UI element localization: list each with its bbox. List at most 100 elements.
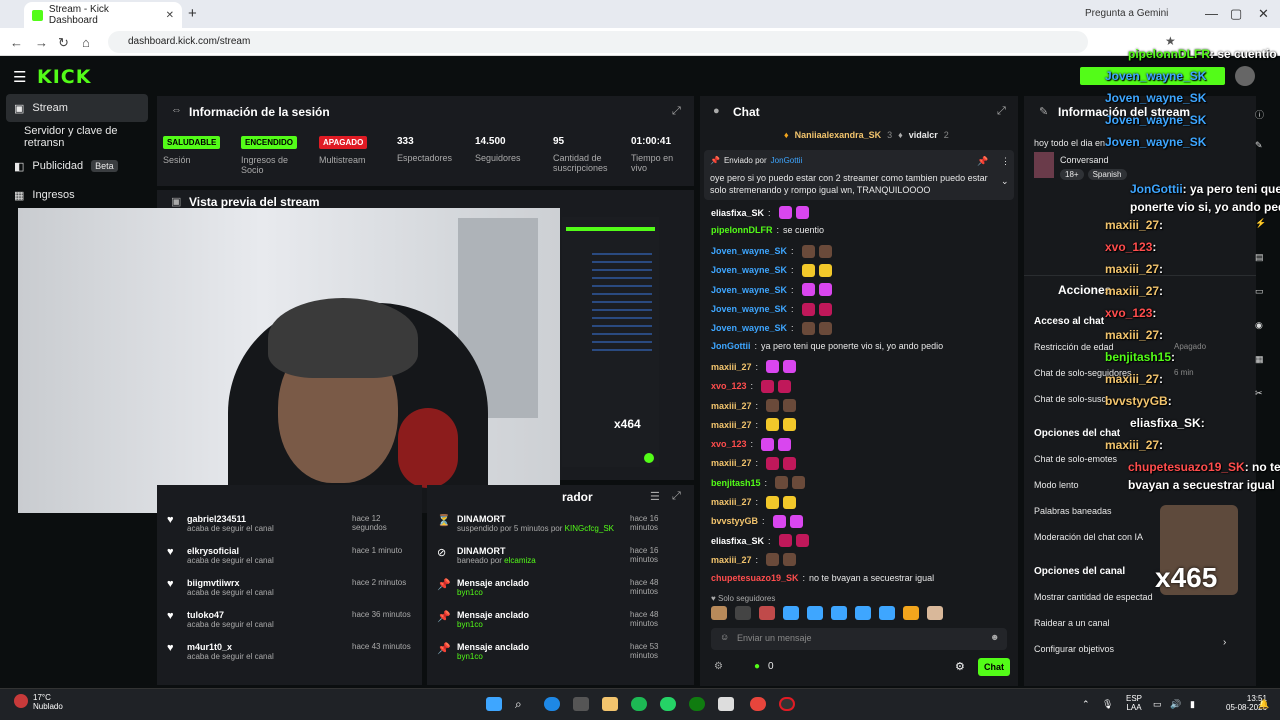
- modlog-by[interactable]: elcamiza: [504, 556, 536, 565]
- chat-username[interactable]: eliasfixa_SK: [711, 208, 764, 218]
- chat-username[interactable]: bvvstyyGB: [711, 516, 758, 526]
- follower-row[interactable]: ♥ tuloko47 acaba de seguir el canal hace 36…: [167, 610, 417, 629]
- capture-icon[interactable]: [718, 697, 734, 711]
- emote-icon[interactable]: [831, 606, 847, 620]
- emote-icon[interactable]: [903, 606, 919, 620]
- maximize-icon[interactable]: ▢: [1230, 6, 1242, 22]
- chat-message[interactable]: maxiii_27:: [711, 418, 797, 432]
- edge-icon[interactable]: [544, 697, 560, 711]
- chat-username[interactable]: Joven_wayne_SK: [711, 246, 787, 256]
- sidebar-item-ads[interactable]: ◧ Publicidad Beta: [6, 152, 148, 180]
- emoji-icon[interactable]: ☺: [720, 632, 729, 642]
- battery-icon[interactable]: ▮: [1190, 699, 1195, 710]
- bolt-icon[interactable]: ⚡: [1255, 218, 1267, 228]
- broadcast-icon[interactable]: ◉: [1255, 320, 1267, 330]
- info-icon[interactable]: ⓘ: [1255, 108, 1267, 120]
- chat-username[interactable]: chupetesuazo19_SK: [711, 573, 799, 583]
- modlog-by[interactable]: byn1co: [457, 652, 483, 661]
- chat-message[interactable]: bvvstyyGB:: [711, 514, 803, 528]
- mic-icon[interactable]: 🎙: [1102, 699, 1113, 710]
- chat-message[interactable]: chupetesuazo19_SK: no te bvayan a secuest…: [711, 573, 934, 583]
- bookmark-star-icon[interactable]: ★: [1165, 34, 1176, 48]
- unpin-icon[interactable]: 📌: [977, 156, 988, 167]
- chat-message[interactable]: Joven_wayne_SK:: [711, 321, 832, 335]
- chat-username[interactable]: eliasfixa_SK: [711, 536, 764, 546]
- chat-message[interactable]: xvo_123:: [711, 379, 792, 393]
- expand-icon[interactable]: ⤢: [997, 105, 1006, 118]
- chevron-down-icon[interactable]: ⌄: [1001, 176, 1009, 187]
- emote-icon[interactable]: [711, 606, 727, 620]
- obs-icon[interactable]: [779, 697, 795, 711]
- chat-input[interactable]: Enviar un mensaje: [711, 628, 1007, 650]
- weather-widget[interactable]: 17°C Nublado: [33, 693, 63, 711]
- url-field[interactable]: dashboard.kick.com/stream: [108, 31, 1088, 53]
- chat-username[interactable]: JonGottii: [711, 341, 751, 351]
- reload-icon[interactable]: ↻: [58, 35, 69, 51]
- tray-chevron-icon[interactable]: ⌃: [1082, 699, 1090, 710]
- chat-message[interactable]: eliasfixa_SK:: [711, 206, 809, 219]
- kick-logo[interactable]: KICK: [37, 66, 91, 88]
- chat-settings-icon[interactable]: ⚙: [714, 661, 723, 672]
- chat-username[interactable]: Joven_wayne_SK: [711, 323, 787, 333]
- action-item[interactable]: Raidear a un canal: [1034, 618, 1224, 628]
- chat-message[interactable]: eliasfixa_SK:: [711, 534, 809, 548]
- chat-message[interactable]: maxiii_27:: [711, 553, 797, 567]
- chat-message[interactable]: maxiii_27:: [711, 360, 797, 374]
- forward-icon[interactable]: →: [35, 35, 48, 50]
- emote-icon[interactable]: [879, 606, 895, 620]
- menu-icon[interactable]: ☰: [13, 68, 26, 86]
- chat-message[interactable]: Joven_wayne_SK:: [711, 263, 832, 277]
- store-icon[interactable]: [573, 697, 589, 711]
- expand-icon[interactable]: ⤢: [672, 105, 681, 118]
- chevron-right-icon[interactable]: ›: [1223, 637, 1226, 648]
- tag[interactable]: 18+: [1060, 169, 1084, 180]
- modlog-row[interactable]: 📌 Mensaje anclado byn1co hace 48 minutos: [437, 610, 687, 629]
- chrome-icon[interactable]: [750, 697, 766, 711]
- sidebar-item-stream[interactable]: ▣ Stream: [6, 94, 148, 122]
- chat-message[interactable]: Joven_wayne_SK:: [711, 283, 832, 297]
- layout-icon[interactable]: ▦: [1255, 354, 1267, 364]
- chat-username[interactable]: maxiii_27: [711, 458, 752, 468]
- follower-row[interactable]: ♥ gabriel234511 acaba de seguir el canal ha…: [167, 514, 417, 533]
- home-icon[interactable]: ⌂: [82, 35, 90, 50]
- browser-tab[interactable]: Stream - Kick Dashboard ✕: [24, 2, 182, 28]
- emote-icon[interactable]: [855, 606, 871, 620]
- chat-username[interactable]: Joven_wayne_SK: [711, 304, 787, 314]
- chat-username[interactable]: maxiii_27: [711, 497, 752, 507]
- follower-name[interactable]: biigmvtiiwrx: [187, 578, 274, 588]
- follower-name[interactable]: m4ur1t0_x: [187, 642, 274, 652]
- sidebar-item-server-key[interactable]: Servidor y clave de retransn: [6, 123, 148, 151]
- follower-row[interactable]: ♥ biigmvtiiwrx acaba de seguir el canal hac…: [167, 578, 417, 597]
- back-icon[interactable]: ←: [10, 35, 23, 50]
- modlog-name[interactable]: Mensaje anclado: [457, 610, 529, 620]
- tools-icon[interactable]: ✂: [1255, 388, 1267, 398]
- modlog-row[interactable]: 📌 Mensaje anclado byn1co hace 48 minutos: [437, 578, 687, 597]
- emote-icon[interactable]: [759, 606, 775, 620]
- more-icon[interactable]: ⋮: [1001, 156, 1010, 167]
- chat-message[interactable]: Joven_wayne_SK:: [711, 244, 832, 258]
- top-user[interactable]: vidalcr: [909, 130, 938, 140]
- modlog-by[interactable]: KINGcfcg_SK: [565, 524, 614, 533]
- tag[interactable]: Spanish: [1087, 169, 1127, 180]
- chat-message[interactable]: JonGottii: ya pero teni que ponerte vio s…: [711, 341, 943, 351]
- close-tab-icon[interactable]: ✕: [166, 10, 174, 21]
- spotify-icon[interactable]: [631, 697, 647, 711]
- chat-icon[interactable]: ▭: [1255, 286, 1267, 296]
- search-icon[interactable]: ⌕: [515, 697, 531, 711]
- gear-icon[interactable]: ⚙: [955, 660, 965, 673]
- follower-row[interactable]: ♥ elkrysoficial acaba de seguir el canal ha…: [167, 546, 417, 565]
- close-window-icon[interactable]: ✕: [1258, 6, 1269, 22]
- chat-username[interactable]: maxiii_27: [711, 555, 752, 565]
- network-icon[interactable]: ▭: [1153, 699, 1162, 710]
- category-name[interactable]: Conversand: [1060, 155, 1109, 165]
- send-chat-button[interactable]: Chat: [978, 658, 1010, 676]
- follower-row[interactable]: ♥ m4ur1t0_x acaba de seguir el canal hace 4…: [167, 642, 417, 661]
- folder-icon[interactable]: [602, 697, 618, 711]
- volume-icon[interactable]: 🔊: [1170, 699, 1181, 710]
- emote-picker-icon[interactable]: ☻: [990, 632, 999, 642]
- avatar[interactable]: [1235, 66, 1255, 86]
- modlog-name[interactable]: DINAMORT: [457, 546, 536, 556]
- chat-username[interactable]: maxiii_27: [711, 420, 752, 430]
- expand-icon[interactable]: ⤢: [672, 490, 681, 503]
- chat-username[interactable]: Joven_wayne_SK: [711, 285, 787, 295]
